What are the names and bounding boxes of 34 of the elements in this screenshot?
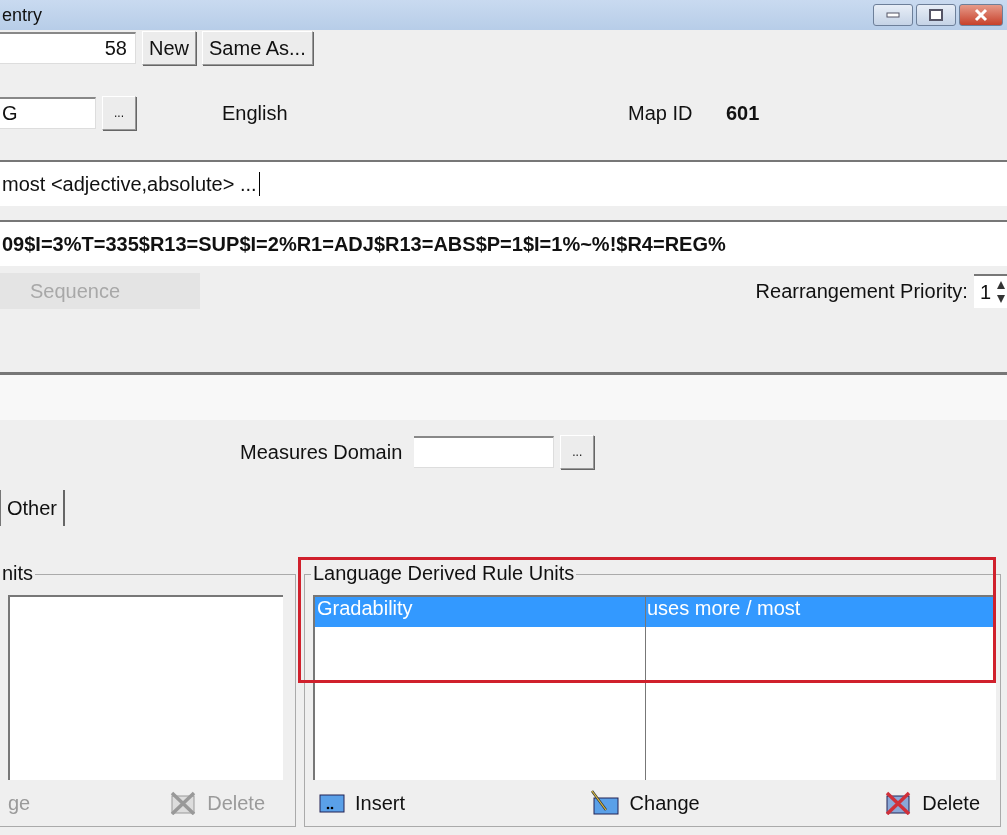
dotted-box-icon	[319, 792, 345, 814]
priority-label: Rearrangement Priority:	[755, 279, 968, 303]
list-cell-text: uses more / most	[646, 597, 802, 621]
new-button[interactable]: New	[142, 31, 196, 65]
code-field[interactable]: 09$I=3%T=335$R13=SUP$I=2%R1=ADJ$R13=ABS$P=1$I=1%~%!$R4=REG%	[0, 220, 1007, 266]
delete-icon	[884, 791, 913, 815]
language-code-field[interactable]: G	[0, 97, 96, 129]
delete-icon	[169, 791, 198, 815]
map-id-label: Map ID	[628, 101, 694, 125]
measures-domain-field[interactable]	[414, 436, 555, 468]
tab[interactable]: Other	[0, 490, 66, 526]
change-button[interactable]: Change	[589, 790, 700, 816]
minimize-icon	[886, 12, 900, 18]
language-name: English	[222, 101, 289, 125]
description-field[interactable]: most <adjective,absolute> ...	[0, 160, 1007, 206]
maximize-icon	[929, 9, 943, 21]
list-cell-text: Gradability	[316, 597, 414, 621]
window-title: entry	[2, 4, 43, 26]
close-button[interactable]	[959, 4, 1003, 26]
browse-button[interactable]: ...	[560, 435, 595, 469]
spinner-arrows-icon	[995, 279, 1007, 305]
maximize-button[interactable]	[916, 4, 956, 26]
map-id-value: 601	[726, 101, 760, 125]
browse-button[interactable]: ...	[102, 96, 136, 130]
measures-domain-label: Measures Domain	[240, 440, 403, 464]
insert-button[interactable]: Insert	[319, 791, 406, 815]
delete-button[interactable]: Delete	[884, 791, 980, 815]
minimize-button[interactable]	[873, 4, 913, 26]
close-icon	[973, 8, 989, 22]
group-title: Language Derived Rule Units	[311, 562, 577, 585]
record-number-field[interactable]: 58	[0, 32, 136, 64]
priority-spinner[interactable]: 1	[973, 274, 1007, 308]
pencil-box-icon	[589, 790, 620, 816]
same-as-button[interactable]: Same As...	[202, 31, 313, 65]
